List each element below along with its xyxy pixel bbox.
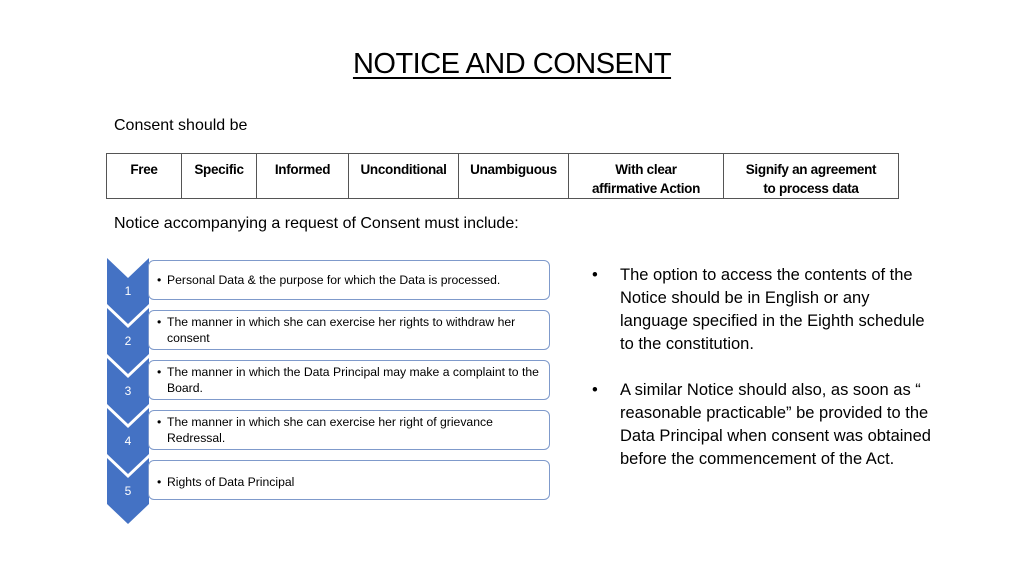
step-text: The manner in which she can exercise her… bbox=[167, 315, 516, 345]
table-cell: Unconditional bbox=[348, 153, 459, 199]
page-title: NOTICE AND CONSENT bbox=[352, 48, 672, 80]
step-number: 2 bbox=[124, 334, 132, 348]
bullet-icon: • bbox=[157, 315, 162, 329]
step-text: Rights of Data Principal bbox=[167, 475, 295, 489]
bullet-icon: • bbox=[157, 365, 162, 379]
notice-label: Notice accompanying a request of Consent… bbox=[114, 215, 519, 232]
bullet-icon: • bbox=[592, 381, 598, 399]
step-box: • The manner in which she can exercise he… bbox=[148, 410, 550, 450]
step-box: • Rights of Data Principal bbox=[148, 460, 550, 500]
step-text: Personal Data & the purpose for which th… bbox=[167, 273, 501, 287]
notice-notes-list: • The option to access the contents of t… bbox=[592, 264, 937, 494]
table-cell: Signify an agreement to process data bbox=[723, 153, 899, 199]
step-box: • The manner in which the Data Principal … bbox=[148, 360, 550, 400]
bullet-icon: • bbox=[592, 266, 598, 284]
list-item: • A similar Notice should also, as soon … bbox=[592, 379, 937, 471]
consent-qualities-table: Free Specific Informed Unconditional Una… bbox=[106, 153, 899, 199]
table-cell: Free bbox=[106, 153, 182, 199]
bullet-icon: • bbox=[157, 273, 162, 287]
list-item: • The option to access the contents of t… bbox=[592, 264, 937, 356]
step-number: 1 bbox=[124, 284, 132, 298]
table-cell: Informed bbox=[256, 153, 349, 199]
step-number: 3 bbox=[124, 384, 132, 398]
list-item-text: The option to access the contents of the… bbox=[620, 266, 925, 353]
consent-label: Consent should be bbox=[114, 117, 248, 134]
step-number: 5 bbox=[124, 484, 132, 498]
table-cell: Specific bbox=[181, 153, 257, 199]
table-cell: With clear affirmative Action bbox=[568, 153, 724, 199]
list-item-text: A similar Notice should also, as soon as… bbox=[620, 381, 931, 468]
step-text: The manner in which she can exercise her… bbox=[167, 415, 493, 445]
bullet-icon: • bbox=[157, 475, 162, 489]
step-box: • The manner in which she can exercise he… bbox=[148, 310, 550, 350]
table-cell: Unambiguous bbox=[458, 153, 569, 199]
bullet-icon: • bbox=[157, 415, 162, 429]
table-row: Free Specific Informed Unconditional Una… bbox=[106, 153, 899, 199]
step-number: 4 bbox=[124, 434, 132, 448]
step-box: • Personal Data & the purpose for which t… bbox=[148, 260, 550, 300]
step-text: The manner in which the Data Principal m… bbox=[167, 365, 539, 395]
